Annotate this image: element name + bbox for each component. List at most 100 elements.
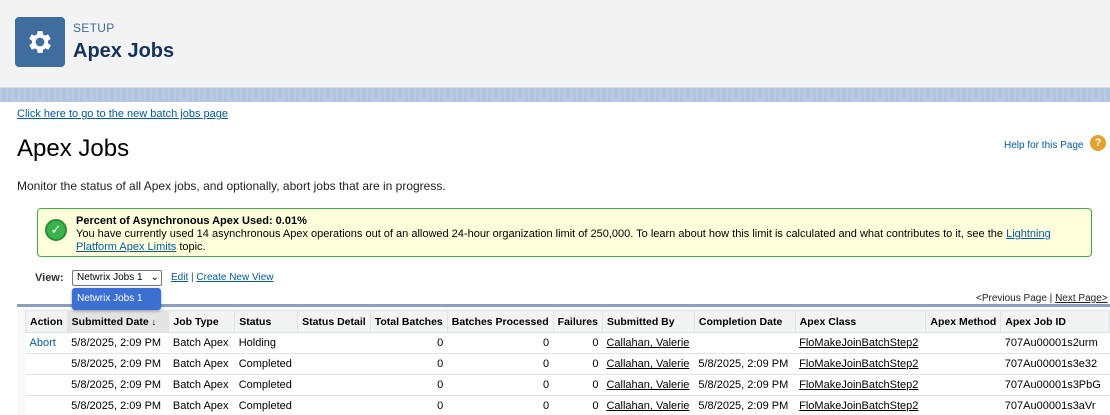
help-link[interactable]: Help for this Page	[1004, 140, 1084, 151]
cell-completed	[694, 332, 796, 354]
cell-total: 0	[370, 374, 448, 396]
cell-job-id: 707Au00001s3e32	[1000, 353, 1110, 375]
cell-detail	[297, 395, 371, 415]
page-title: Apex Jobs	[17, 135, 130, 162]
view-label: View:	[35, 272, 64, 284]
table-row: 5/8/2025, 2:09 PM Batch Apex Completed 0…	[25, 395, 1110, 415]
col-failures[interactable]: Failures	[552, 310, 603, 333]
cell-action	[25, 395, 68, 415]
new-batch-jobs-link[interactable]: Click here to go to the new batch jobs p…	[17, 108, 228, 120]
cell-completed: 5/8/2025, 2:09 PM	[694, 395, 796, 415]
cell-detail	[297, 374, 371, 396]
cell-method	[925, 395, 1001, 415]
cell-submitted: 5/8/2025, 2:09 PM	[67, 353, 169, 375]
cell-detail	[297, 353, 371, 375]
col-action: Action	[25, 310, 68, 333]
cell-type: Batch Apex	[168, 374, 235, 396]
abort-link[interactable]: Abort	[25, 332, 68, 354]
apex-class-link[interactable]: FloMakeJoinBatchStep2	[795, 374, 926, 396]
cell-total: 0	[370, 332, 448, 354]
gear-icon	[15, 17, 65, 67]
cell-type: Batch Apex	[168, 353, 235, 375]
chevron-down-icon: ⌄	[150, 272, 159, 283]
col-status[interactable]: Status	[234, 310, 299, 333]
submitted-by-link[interactable]: Callahan, Valerie	[602, 395, 695, 415]
view-selected-value: Netwrix Jobs 1	[77, 272, 143, 283]
col-submitted-date[interactable]: Submitted Date ↓	[66, 310, 170, 333]
col-total-batches[interactable]: Total Batches	[369, 310, 448, 333]
col-apex-job-id[interactable]: Apex Job ID	[1000, 310, 1110, 333]
cell-failures: 0	[553, 353, 603, 375]
page-header: SETUP Apex Jobs	[0, 0, 1110, 88]
cell-processed: 0	[447, 353, 554, 375]
cell-type: Batch Apex	[168, 332, 235, 354]
cell-total: 0	[370, 395, 448, 415]
jobs-table: Action Submitted Date ↓ Job Type Status …	[25, 310, 1110, 415]
pagination: <Previous Page | Next Page>	[976, 293, 1108, 304]
table-body: Abort 5/8/2025, 2:09 PM Batch Apex Holdi…	[25, 332, 1110, 415]
col-job-type[interactable]: Job Type	[168, 310, 236, 333]
header-divider	[0, 88, 1110, 102]
cell-failures: 0	[553, 332, 603, 354]
page-description: Monitor the status of all Apex jobs, and…	[17, 179, 446, 193]
submitted-by-link[interactable]: Callahan, Valerie	[602, 353, 695, 375]
submitted-by-link[interactable]: Callahan, Valerie	[602, 332, 695, 354]
cell-failures: 0	[553, 395, 603, 415]
cell-failures: 0	[553, 374, 603, 396]
apex-class-link[interactable]: FloMakeJoinBatchStep2	[795, 395, 926, 415]
previous-page-link[interactable]: <Previous Page	[976, 293, 1047, 304]
sort-arrow-icon: ↓	[151, 316, 157, 327]
cell-submitted: 5/8/2025, 2:09 PM	[67, 374, 169, 396]
next-page-link[interactable]: Next Page>	[1055, 293, 1108, 304]
cell-detail	[297, 332, 371, 354]
apex-usage-message: ✓ Percent of Asynchronous Apex Used: 0.0…	[37, 208, 1092, 257]
edit-view-link[interactable]: Edit	[171, 272, 188, 283]
table-row: Abort 5/8/2025, 2:09 PM Batch Apex Holdi…	[25, 332, 1110, 354]
col-submitted-date-label: Submitted Date	[71, 315, 149, 328]
table-header-row: Action Submitted Date ↓ Job Type Status …	[25, 310, 1110, 333]
view-dropdown-option[interactable]: Netwrix Jobs 1	[72, 288, 161, 310]
usage-suffix: topic.	[176, 241, 206, 253]
apex-class-link[interactable]: FloMakeJoinBatchStep2	[795, 353, 926, 375]
usage-text: You have currently used 14 asynchronous …	[76, 228, 1086, 254]
cell-method	[925, 374, 1001, 396]
cell-processed: 0	[447, 374, 554, 396]
col-status-detail[interactable]: Status Detail	[297, 310, 371, 333]
table-row: 5/8/2025, 2:09 PM Batch Apex Completed 0…	[25, 374, 1110, 396]
cell-job-id: 707Au00001s2urm	[1000, 332, 1110, 354]
submitted-by-link[interactable]: Callahan, Valerie	[602, 374, 695, 396]
cell-status: Completed	[234, 353, 298, 375]
cell-completed: 5/8/2025, 2:09 PM	[694, 374, 796, 396]
col-submitted-by[interactable]: Submitted By	[601, 310, 695, 333]
view-links: Edit | Create New View	[171, 272, 273, 283]
usage-title: Percent of Asynchronous Apex Used: 0.01%	[76, 215, 307, 227]
cell-processed: 0	[447, 332, 554, 354]
cell-submitted: 5/8/2025, 2:09 PM	[67, 395, 169, 415]
view-links-separator: |	[191, 272, 194, 283]
checkmark-icon: ✓	[45, 219, 67, 241]
main-content: Click here to go to the new batch jobs p…	[0, 102, 1110, 415]
cell-total: 0	[370, 353, 448, 375]
col-completion-date[interactable]: Completion Date	[693, 310, 796, 333]
pager-separator: |	[1049, 293, 1053, 304]
cell-status: Completed	[234, 395, 298, 415]
cell-completed: 5/8/2025, 2:09 PM	[694, 353, 796, 375]
table-row: 5/8/2025, 2:09 PM Batch Apex Completed 0…	[25, 353, 1110, 375]
view-select[interactable]: Netwrix Jobs 1 ⌄	[72, 270, 162, 286]
cell-status: Completed	[234, 374, 298, 396]
create-new-view-link[interactable]: Create New View	[196, 272, 273, 283]
col-batches-processed[interactable]: Batches Processed	[446, 310, 554, 333]
cell-status: Holding	[234, 332, 298, 354]
col-apex-class[interactable]: Apex Class	[794, 310, 927, 333]
cell-action	[25, 353, 68, 375]
header-title: Apex Jobs	[73, 40, 175, 62]
help-icon[interactable]: ?	[1090, 135, 1106, 151]
cell-action	[25, 374, 68, 396]
setup-breadcrumb[interactable]: SETUP	[73, 21, 115, 35]
cell-job-id: 707Au00001s3PbG	[1000, 374, 1110, 396]
cell-job-id: 707Au00001s3aVr	[1000, 395, 1110, 415]
apex-class-link[interactable]: FloMakeJoinBatchStep2	[795, 332, 926, 354]
usage-body: You have currently used 14 asynchronous …	[76, 228, 1007, 240]
col-apex-method[interactable]: Apex Method	[925, 310, 1002, 333]
cell-type: Batch Apex	[168, 395, 235, 415]
